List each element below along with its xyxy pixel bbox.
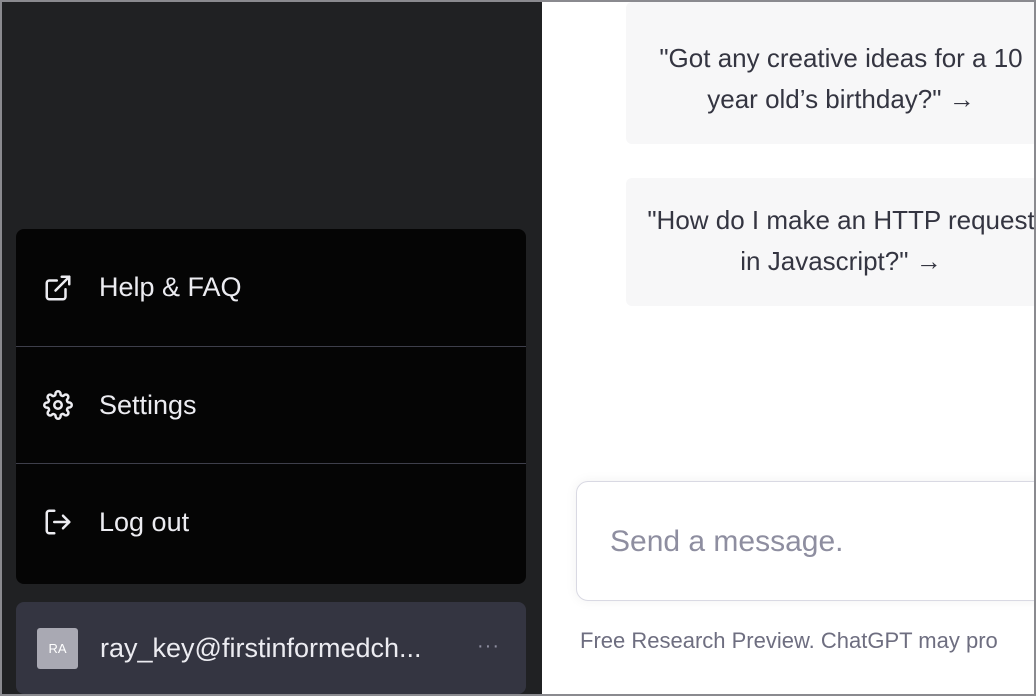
- sidebar: Help & FAQ Settings Log out RA ray_key@f…: [2, 2, 542, 694]
- more-options-icon[interactable]: ···: [477, 636, 500, 656]
- menu-item-label: Settings: [99, 389, 197, 420]
- gear-icon: [41, 388, 75, 422]
- account-menu: Help & FAQ Settings Log out: [16, 229, 526, 584]
- user-account-button[interactable]: RA ray_key@firstinformedch... ···: [16, 602, 526, 694]
- menu-item-help-faq[interactable]: Help & FAQ: [16, 229, 526, 346]
- chat-main: "Got any creative ideas for a 10 year ol…: [542, 2, 1034, 694]
- disclaimer-text: Free Research Preview. ChatGPT may pro: [580, 628, 998, 653]
- example-prompt-http[interactable]: "How do I make an HTTP request in Javasc…: [626, 178, 1034, 306]
- menu-item-label: Help & FAQ: [99, 272, 242, 302]
- user-email: ray_key@firstinformedch...: [100, 632, 422, 663]
- menu-item-settings[interactable]: Settings: [16, 346, 526, 463]
- menu-item-label: Log out: [99, 506, 190, 537]
- message-input-box: [576, 481, 1034, 601]
- avatar: RA: [37, 627, 78, 669]
- menu-item-log-out[interactable]: Log out: [16, 463, 526, 580]
- log-out-icon: [41, 505, 75, 539]
- external-link-icon: [41, 271, 75, 305]
- app-window: Help & FAQ Settings Log out RA ray_key@f…: [0, 0, 1036, 696]
- example-prompt-birthday[interactable]: "Got any creative ideas for a 10 year ol…: [626, 2, 1034, 144]
- message-input[interactable]: [610, 520, 1034, 564]
